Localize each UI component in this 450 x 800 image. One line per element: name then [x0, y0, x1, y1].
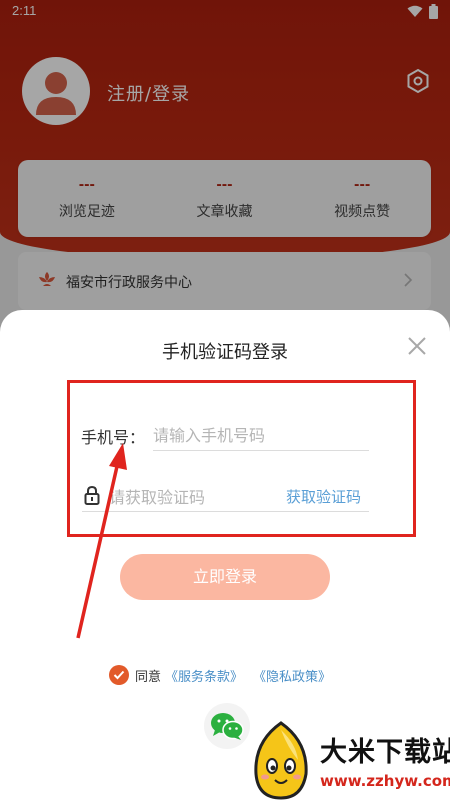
close-icon: [408, 337, 426, 355]
login-button[interactable]: 立即登录: [120, 554, 330, 600]
agree-text: 同意: [135, 669, 162, 685]
watermark-title: 大米下载站: [320, 737, 450, 768]
wechat-icon: [211, 713, 244, 740]
wechat-login-button[interactable]: [204, 703, 250, 749]
close-button[interactable]: [406, 335, 428, 357]
highlight-box: [67, 380, 416, 537]
verification-code-input[interactable]: [109, 484, 279, 510]
code-underline: [82, 511, 369, 512]
phone-underline: [153, 450, 369, 451]
terms-of-service-link[interactable]: 《服务条款》: [165, 666, 243, 685]
site-watermark: 大米下载站 www.zzhyw.com: [246, 718, 450, 800]
agree-checkbox[interactable]: [109, 665, 129, 685]
watermark-url: www.zzhyw.com: [320, 772, 450, 790]
check-icon: [113, 670, 125, 680]
lock-icon: [84, 485, 100, 505]
mascot-logo-icon: [254, 721, 308, 800]
get-code-button[interactable]: 获取验证码: [286, 486, 361, 507]
phone-input[interactable]: [153, 422, 369, 448]
agreement-row: 同意 《服务条款》 《隐私政策》: [109, 664, 341, 686]
sheet-title: 手机验证码登录: [162, 342, 288, 363]
phone-label: 手机号：: [81, 428, 146, 447]
privacy-policy-link[interactable]: 《隐私政策》: [253, 666, 331, 685]
